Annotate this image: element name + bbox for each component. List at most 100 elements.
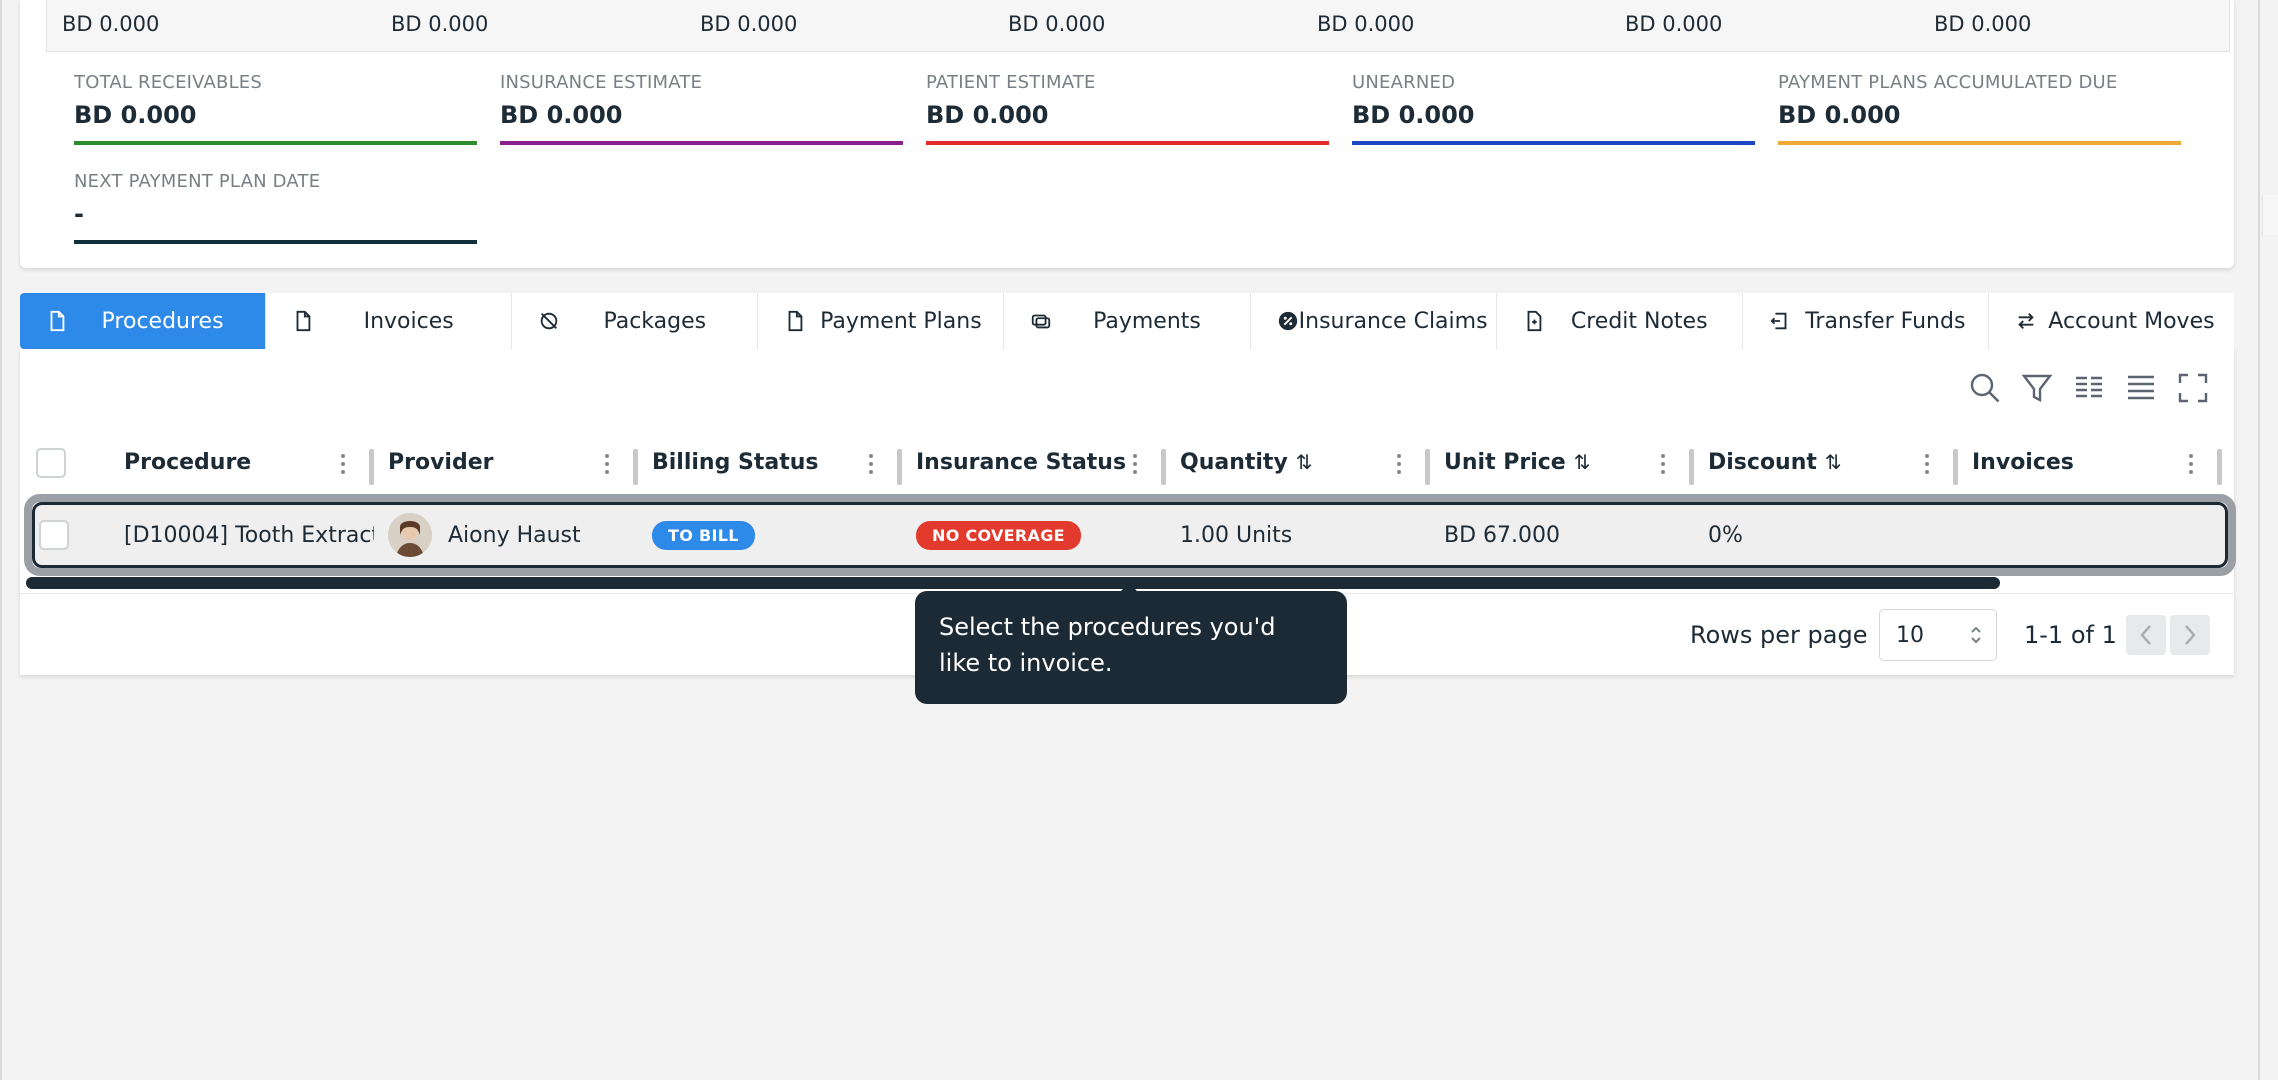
tab-label: Payment Plans bbox=[820, 308, 982, 334]
metric-label: INSURANCE ESTIMATE bbox=[500, 72, 703, 93]
metric-value: BD 0.000 bbox=[500, 101, 623, 129]
tab-packages[interactable]: Packages bbox=[512, 293, 759, 349]
document-icon bbox=[296, 310, 311, 332]
top-strip-value: BD 0.000 bbox=[700, 12, 798, 36]
procedure-cell: [D10004] Tooth Extraction bbox=[124, 522, 374, 548]
provider-cell: Aiony Haust bbox=[388, 505, 638, 565]
metric-value: BD 0.000 bbox=[1778, 101, 1901, 129]
column-resize-handle[interactable] bbox=[1425, 449, 1430, 485]
column-menu-icon[interactable] bbox=[1396, 453, 1402, 475]
column-resize-handle[interactable] bbox=[1161, 449, 1166, 485]
column-resize-handle[interactable] bbox=[897, 449, 902, 485]
column-header-invoices[interactable]: Invoices bbox=[1972, 439, 2074, 485]
quantity-cell: 1.00 Units bbox=[1180, 522, 1293, 548]
tab-credit-notes[interactable]: Credit Notes bbox=[1496, 293, 1743, 349]
sort-icon[interactable]: ⇅ bbox=[1574, 450, 1591, 474]
column-label: Invoices bbox=[1972, 449, 2074, 475]
tab-insurance-claims[interactable]: Insurance Claims bbox=[1250, 293, 1497, 349]
tab-account-moves[interactable]: Account Moves bbox=[1988, 293, 2234, 349]
metric-value: - bbox=[74, 200, 84, 228]
metric-label: PATIENT ESTIMATE bbox=[926, 72, 1096, 93]
chevron-right-icon bbox=[2185, 625, 2196, 645]
column-header-insurance-status[interactable]: Insurance Status bbox=[916, 439, 1126, 485]
column-header-provider[interactable]: Provider bbox=[388, 439, 494, 485]
previous-page-button[interactable] bbox=[2126, 615, 2166, 655]
metric-payment-plans-accumulated-due: PAYMENT PLANS ACCUMULATED DUE BD 0.000 bbox=[1778, 72, 2181, 145]
column-menu-icon[interactable] bbox=[2188, 453, 2194, 475]
metric-value: BD 0.000 bbox=[74, 101, 197, 129]
guided-tour-tooltip: Select the procedures you'd like to invo… bbox=[915, 591, 1347, 704]
insurance-status-cell: NO COVERAGE bbox=[916, 505, 1166, 565]
table-row[interactable]: [D10004] Tooth Extraction Aiony Haust TO… bbox=[32, 502, 2228, 568]
account-summary-card: BD 0.000 BD 0.000 BD 0.000 BD 0.000 BD 0… bbox=[20, 0, 2234, 268]
metric-label: TOTAL RECEIVABLES bbox=[74, 72, 263, 93]
tab-procedures[interactable]: Procedures bbox=[20, 293, 267, 349]
columns-icon[interactable] bbox=[2072, 371, 2106, 405]
transfer-icon bbox=[1770, 312, 1787, 330]
column-label: Quantity bbox=[1180, 449, 1288, 475]
metric-label: NEXT PAYMENT PLAN DATE bbox=[74, 171, 321, 192]
column-label: Billing Status bbox=[652, 449, 819, 475]
side-panel-edge bbox=[2262, 195, 2278, 235]
tab-label: Transfer Funds bbox=[1805, 308, 1966, 334]
discount-cell: 0% bbox=[1708, 522, 1743, 548]
column-resize-handle[interactable] bbox=[369, 449, 374, 485]
metric-unearned: UNEARNED BD 0.000 bbox=[1352, 72, 1755, 145]
column-header-unit-price[interactable]: Unit Price ⇅ bbox=[1444, 439, 1591, 485]
tab-label: Account Moves bbox=[2048, 308, 2215, 334]
column-header-discount[interactable]: Discount ⇅ bbox=[1708, 439, 1842, 485]
tab-label: Payments bbox=[1093, 308, 1201, 334]
tab-invoices[interactable]: Invoices bbox=[266, 293, 513, 349]
column-menu-icon[interactable] bbox=[1924, 453, 1930, 475]
column-resize-handle[interactable] bbox=[2217, 449, 2222, 485]
row-select-checkbox[interactable] bbox=[39, 520, 69, 550]
column-label: Insurance Status bbox=[916, 449, 1127, 475]
column-label: Procedure bbox=[124, 449, 252, 475]
column-menu-icon[interactable] bbox=[868, 453, 874, 475]
fullscreen-icon[interactable] bbox=[2176, 371, 2210, 405]
metric-patient-estimate: PATIENT ESTIMATE BD 0.000 bbox=[926, 72, 1329, 145]
column-header-billing-status[interactable]: Billing Status bbox=[652, 439, 818, 485]
top-strip-value: BD 0.000 bbox=[62, 12, 160, 36]
document-icon bbox=[50, 310, 65, 332]
payments-icon bbox=[1032, 314, 1051, 329]
metric-value: BD 0.000 bbox=[926, 101, 1049, 129]
metric-total-receivables: TOTAL RECEIVABLES BD 0.000 bbox=[74, 72, 477, 145]
sort-icon[interactable]: ⇅ bbox=[1825, 450, 1842, 474]
select-arrows-icon bbox=[1971, 626, 1981, 644]
column-menu-icon[interactable] bbox=[604, 453, 610, 475]
column-menu-icon[interactable] bbox=[1660, 453, 1666, 475]
search-icon[interactable] bbox=[1968, 371, 2002, 405]
column-header-quantity[interactable]: Quantity ⇅ bbox=[1180, 439, 1313, 485]
column-label: Unit Price bbox=[1444, 449, 1566, 475]
window-right-edge bbox=[2258, 0, 2260, 1080]
tab-payment-plans[interactable]: Payment Plans bbox=[758, 293, 1005, 349]
column-menu-icon[interactable] bbox=[340, 453, 346, 475]
metric-underline bbox=[74, 141, 477, 145]
column-menu-icon[interactable] bbox=[1132, 453, 1138, 475]
tab-payments[interactable]: Payments bbox=[1004, 293, 1251, 349]
swap-icon bbox=[2018, 313, 2034, 329]
next-page-button[interactable] bbox=[2170, 615, 2210, 655]
column-resize-handle[interactable] bbox=[1689, 449, 1694, 485]
tab-transfer-funds[interactable]: Transfer Funds bbox=[1742, 293, 1989, 349]
rows-per-page-select[interactable]: 10 bbox=[1879, 609, 1997, 661]
tab-label: Invoices bbox=[363, 308, 454, 334]
density-icon[interactable] bbox=[2124, 371, 2158, 405]
select-all-checkbox[interactable] bbox=[36, 448, 66, 478]
provider-avatar bbox=[388, 513, 432, 557]
column-resize-handle[interactable] bbox=[633, 449, 638, 485]
metric-underline bbox=[1352, 141, 1755, 145]
metric-insurance-estimate: INSURANCE ESTIMATE BD 0.000 bbox=[500, 72, 903, 145]
package-off-icon bbox=[540, 312, 558, 330]
metric-underline bbox=[500, 141, 903, 145]
filter-icon[interactable] bbox=[2020, 371, 2054, 405]
column-resize-handle[interactable] bbox=[1953, 449, 1958, 485]
horizontal-scrollbar-thumb[interactable] bbox=[26, 577, 2000, 589]
billing-status-badge: TO BILL bbox=[652, 520, 755, 550]
billing-status-cell: TO BILL bbox=[652, 505, 902, 565]
document-icon bbox=[788, 310, 803, 332]
column-header-procedure[interactable]: Procedure bbox=[124, 439, 251, 485]
metric-underline bbox=[1778, 141, 2181, 145]
sort-icon[interactable]: ⇅ bbox=[1296, 450, 1313, 474]
